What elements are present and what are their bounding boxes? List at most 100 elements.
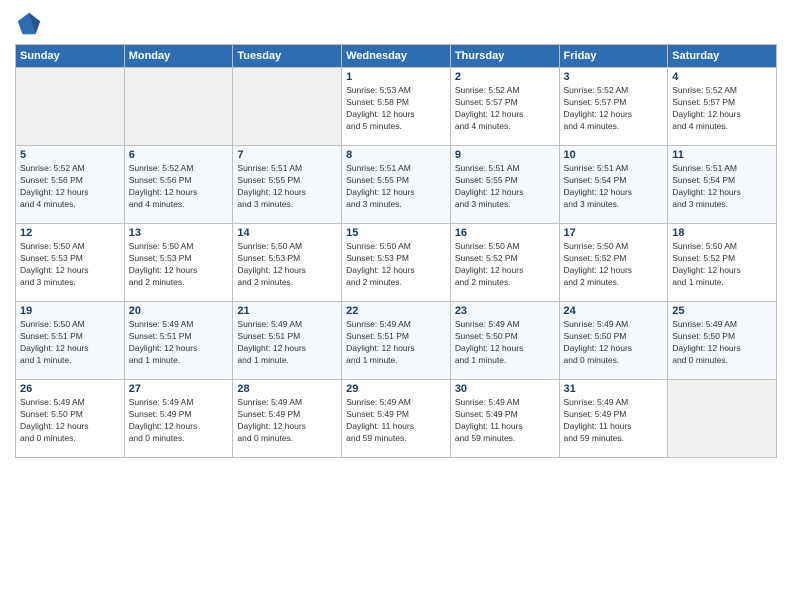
day-detail: Sunrise: 5:49 AM Sunset: 5:50 PM Dayligh… [455,319,555,367]
day-number: 22 [346,305,446,317]
day-number: 3 [564,71,664,83]
day-number: 8 [346,149,446,161]
day-header-monday: Monday [124,45,233,68]
day-detail: Sunrise: 5:50 AM Sunset: 5:53 PM Dayligh… [346,241,446,289]
day-detail: Sunrise: 5:53 AM Sunset: 5:58 PM Dayligh… [346,85,446,133]
calendar-cell: 27 Sunrise: 5:49 AM Sunset: 5:49 PM Dayli… [124,380,233,458]
calendar-cell: 10 Sunrise: 5:51 AM Sunset: 5:54 PM Dayli… [559,146,668,224]
calendar-cell: 24 Sunrise: 5:49 AM Sunset: 5:50 PM Dayli… [559,302,668,380]
day-detail: Sunrise: 5:50 AM Sunset: 5:52 PM Dayligh… [455,241,555,289]
calendar-cell: 28 Sunrise: 5:49 AM Sunset: 5:49 PM Dayli… [233,380,342,458]
calendar-cell: 14 Sunrise: 5:50 AM Sunset: 5:53 PM Dayli… [233,224,342,302]
calendar-cell: 3 Sunrise: 5:52 AM Sunset: 5:57 PM Daylig… [559,68,668,146]
day-detail: Sunrise: 5:52 AM Sunset: 5:56 PM Dayligh… [129,163,229,211]
header [15,10,777,38]
calendar-cell: 7 Sunrise: 5:51 AM Sunset: 5:55 PM Daylig… [233,146,342,224]
calendar-cell: 2 Sunrise: 5:52 AM Sunset: 5:57 PM Daylig… [450,68,559,146]
calendar-cell: 8Sunrise: 5:51 AM Sunset: 5:55 PM Daylig… [342,146,451,224]
day-number: 30 [455,383,555,395]
calendar-cell: 20Sunrise: 5:49 AM Sunset: 5:51 PM Dayli… [124,302,233,380]
day-number: 14 [237,227,337,239]
day-header-thursday: Thursday [450,45,559,68]
logo-icon [15,10,43,38]
calendar-cell: 25Sunrise: 5:49 AM Sunset: 5:50 PM Dayli… [668,302,777,380]
day-detail: Sunrise: 5:50 AM Sunset: 5:53 PM Dayligh… [237,241,337,289]
day-detail: Sunrise: 5:51 AM Sunset: 5:54 PM Dayligh… [672,163,772,211]
calendar-cell: 6Sunrise: 5:52 AM Sunset: 5:56 PM Daylig… [124,146,233,224]
day-detail: Sunrise: 5:51 AM Sunset: 5:54 PM Dayligh… [564,163,664,211]
day-detail: Sunrise: 5:49 AM Sunset: 5:49 PM Dayligh… [564,397,664,445]
calendar-cell: 21 Sunrise: 5:49 AM Sunset: 5:51 PM Dayli… [233,302,342,380]
week-row-5: 26 Sunrise: 5:49 AM Sunset: 5:50 PM Dayli… [16,380,777,458]
calendar-cell: 13 Sunrise: 5:50 AM Sunset: 5:53 PM Dayli… [124,224,233,302]
calendar-cell: 4Sunrise: 5:52 AM Sunset: 5:57 PM Daylig… [668,68,777,146]
day-detail: Sunrise: 5:52 AM Sunset: 5:57 PM Dayligh… [455,85,555,133]
day-number: 16 [455,227,555,239]
calendar-cell [16,68,125,146]
day-detail: Sunrise: 5:50 AM Sunset: 5:52 PM Dayligh… [672,241,772,289]
day-detail: Sunrise: 5:51 AM Sunset: 5:55 PM Dayligh… [237,163,337,211]
calendar-cell: 5 Sunrise: 5:52 AM Sunset: 5:56 PM Daylig… [16,146,125,224]
week-row-4: 19Sunrise: 5:50 AM Sunset: 5:51 PM Dayli… [16,302,777,380]
day-number: 27 [129,383,229,395]
day-number: 23 [455,305,555,317]
day-detail: Sunrise: 5:51 AM Sunset: 5:55 PM Dayligh… [455,163,555,211]
day-number: 11 [672,149,772,161]
day-number: 21 [237,305,337,317]
day-detail: Sunrise: 5:49 AM Sunset: 5:49 PM Dayligh… [455,397,555,445]
calendar-table: SundayMondayTuesdayWednesdayThursdayFrid… [15,44,777,458]
day-detail: Sunrise: 5:49 AM Sunset: 5:49 PM Dayligh… [237,397,337,445]
day-detail: Sunrise: 5:52 AM Sunset: 5:56 PM Dayligh… [20,163,120,211]
day-detail: Sunrise: 5:50 AM Sunset: 5:52 PM Dayligh… [564,241,664,289]
day-detail: Sunrise: 5:49 AM Sunset: 5:50 PM Dayligh… [20,397,120,445]
day-number: 26 [20,383,120,395]
day-number: 31 [564,383,664,395]
day-header-friday: Friday [559,45,668,68]
day-detail: Sunrise: 5:49 AM Sunset: 5:51 PM Dayligh… [129,319,229,367]
day-detail: Sunrise: 5:50 AM Sunset: 5:51 PM Dayligh… [20,319,120,367]
calendar-cell: 1 Sunrise: 5:53 AM Sunset: 5:58 PM Daylig… [342,68,451,146]
day-detail: Sunrise: 5:50 AM Sunset: 5:53 PM Dayligh… [129,241,229,289]
calendar-cell: 11 Sunrise: 5:51 AM Sunset: 5:54 PM Dayli… [668,146,777,224]
day-detail: Sunrise: 5:49 AM Sunset: 5:50 PM Dayligh… [672,319,772,367]
day-header-sunday: Sunday [16,45,125,68]
calendar-cell: 17 Sunrise: 5:50 AM Sunset: 5:52 PM Dayli… [559,224,668,302]
day-number: 4 [672,71,772,83]
days-header-row: SundayMondayTuesdayWednesdayThursdayFrid… [16,45,777,68]
day-header-saturday: Saturday [668,45,777,68]
day-header-wednesday: Wednesday [342,45,451,68]
day-number: 9 [455,149,555,161]
day-number: 13 [129,227,229,239]
day-detail: Sunrise: 5:49 AM Sunset: 5:49 PM Dayligh… [129,397,229,445]
calendar-cell: 23 Sunrise: 5:49 AM Sunset: 5:50 PM Dayli… [450,302,559,380]
calendar-cell: 9 Sunrise: 5:51 AM Sunset: 5:55 PM Daylig… [450,146,559,224]
day-detail: Sunrise: 5:52 AM Sunset: 5:57 PM Dayligh… [564,85,664,133]
day-number: 24 [564,305,664,317]
calendar-cell: 18 Sunrise: 5:50 AM Sunset: 5:52 PM Dayli… [668,224,777,302]
day-number: 18 [672,227,772,239]
day-number: 28 [237,383,337,395]
day-detail: Sunrise: 5:49 AM Sunset: 5:51 PM Dayligh… [346,319,446,367]
day-number: 5 [20,149,120,161]
day-number: 1 [346,71,446,83]
calendar-container: SundayMondayTuesdayWednesdayThursdayFrid… [0,0,792,463]
day-number: 10 [564,149,664,161]
calendar-cell: 15Sunrise: 5:50 AM Sunset: 5:53 PM Dayli… [342,224,451,302]
calendar-cell [124,68,233,146]
week-row-1: 1 Sunrise: 5:53 AM Sunset: 5:58 PM Daylig… [16,68,777,146]
day-detail: Sunrise: 5:49 AM Sunset: 5:50 PM Dayligh… [564,319,664,367]
calendar-cell: 19Sunrise: 5:50 AM Sunset: 5:51 PM Dayli… [16,302,125,380]
day-header-tuesday: Tuesday [233,45,342,68]
calendar-cell [233,68,342,146]
day-number: 12 [20,227,120,239]
day-detail: Sunrise: 5:49 AM Sunset: 5:51 PM Dayligh… [237,319,337,367]
day-number: 17 [564,227,664,239]
day-detail: Sunrise: 5:49 AM Sunset: 5:49 PM Dayligh… [346,397,446,445]
day-number: 7 [237,149,337,161]
day-number: 2 [455,71,555,83]
calendar-cell: 30 Sunrise: 5:49 AM Sunset: 5:49 PM Dayli… [450,380,559,458]
calendar-cell: 29Sunrise: 5:49 AM Sunset: 5:49 PM Dayli… [342,380,451,458]
calendar-cell: 12 Sunrise: 5:50 AM Sunset: 5:53 PM Dayli… [16,224,125,302]
calendar-cell: 31 Sunrise: 5:49 AM Sunset: 5:49 PM Dayli… [559,380,668,458]
day-detail: Sunrise: 5:50 AM Sunset: 5:53 PM Dayligh… [20,241,120,289]
